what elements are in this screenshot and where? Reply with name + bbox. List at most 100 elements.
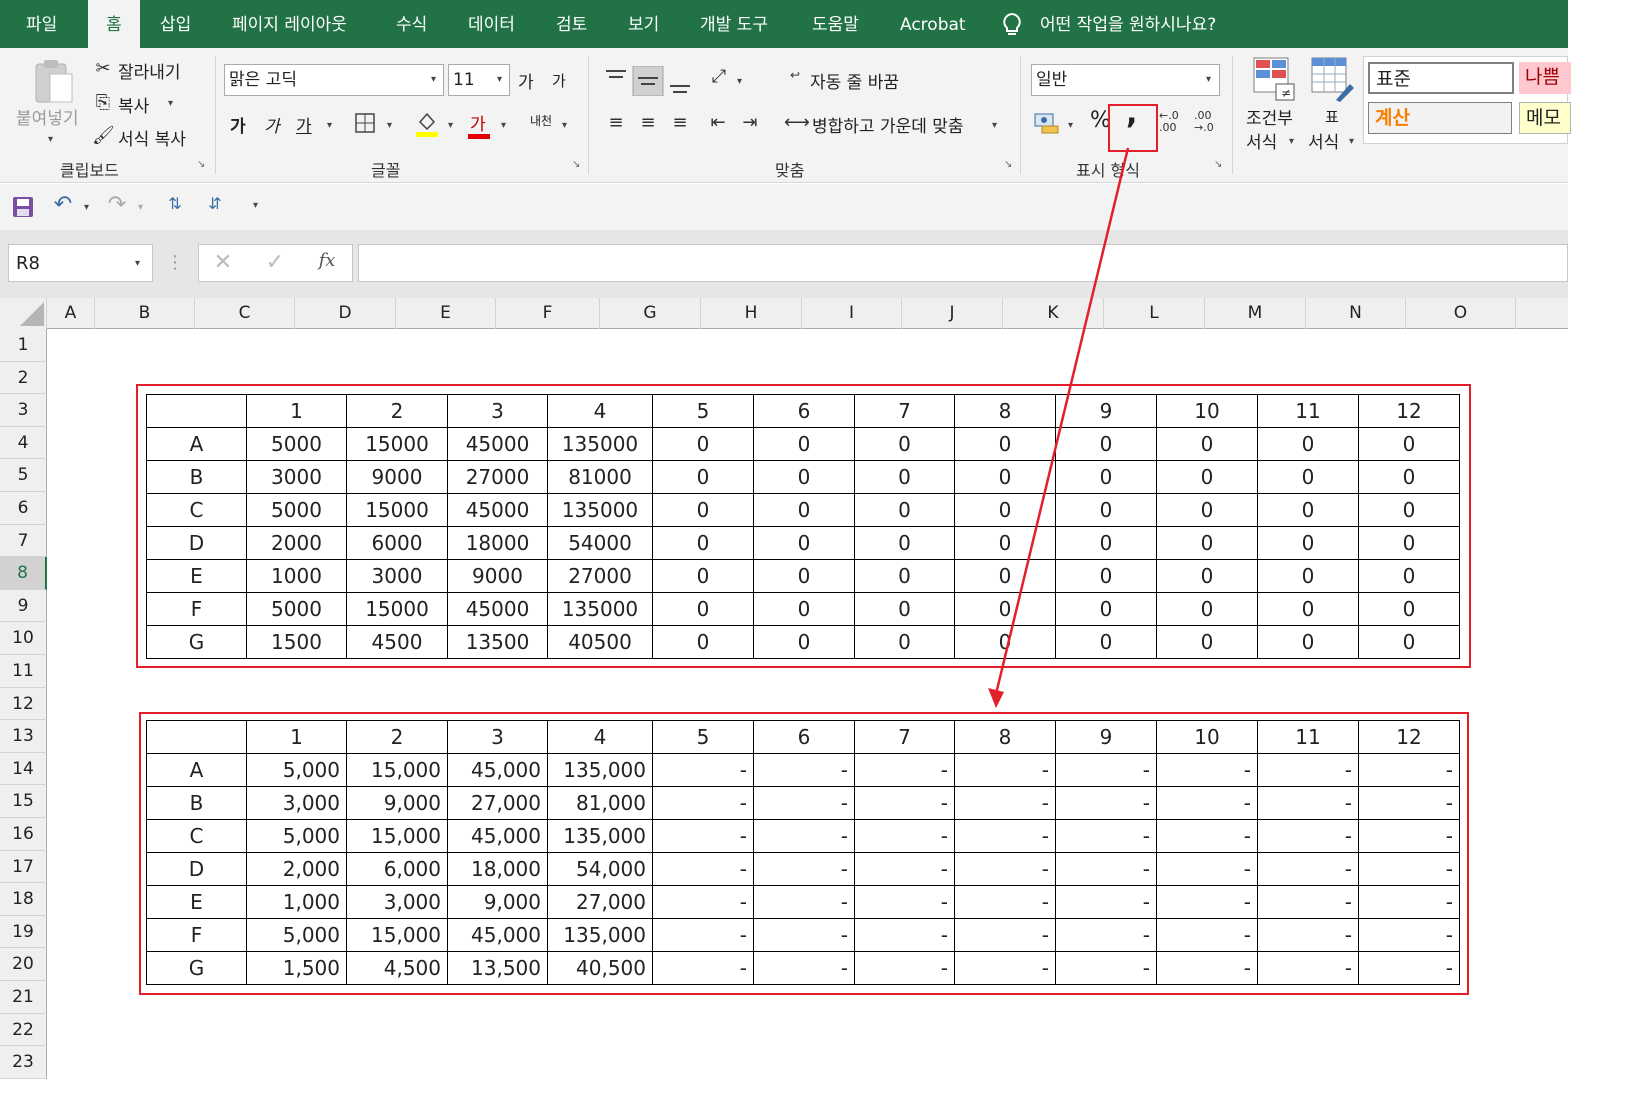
table-cell[interactable]: 0 <box>1156 559 1258 593</box>
row-header-20[interactable]: 20 <box>0 948 47 981</box>
table-cell[interactable]: 0 <box>1257 625 1359 659</box>
table-header-cell[interactable]: 10 <box>1156 394 1258 428</box>
table-cell[interactable]: 18,000 <box>447 852 548 886</box>
table-cell[interactable]: - <box>854 951 955 985</box>
row-header-6[interactable]: 6 <box>0 492 47 525</box>
table-cell[interactable]: - <box>652 753 754 787</box>
table-header-cell[interactable]: 3 <box>447 394 548 428</box>
table-cell[interactable]: 5,000 <box>246 819 347 853</box>
table-cell[interactable]: 0 <box>1358 526 1460 560</box>
align-left-icon[interactable]: ≡ <box>604 112 628 133</box>
chevron-down-icon[interactable]: ▾ <box>135 258 140 269</box>
table-cell[interactable]: - <box>1358 951 1460 985</box>
table-cell[interactable]: - <box>1055 951 1157 985</box>
row-label-cell[interactable]: F <box>146 918 247 952</box>
row-header-18[interactable]: 18 <box>0 883 47 916</box>
table-header-cell[interactable]: 6 <box>753 720 855 754</box>
conditional-formatting-label-line2[interactable]: 서식 <box>1246 128 1277 153</box>
table-header-cell[interactable] <box>146 720 247 754</box>
style-note[interactable]: 메모 <box>1519 102 1571 134</box>
formula-input[interactable] <box>358 244 1568 282</box>
table-cell[interactable]: - <box>652 786 754 820</box>
tab-developer[interactable]: 개발 도구 <box>700 0 768 48</box>
table-cell[interactable]: 45000 <box>447 427 548 461</box>
table-cell[interactable]: - <box>753 786 855 820</box>
table-cell[interactable]: - <box>1358 852 1460 886</box>
italic-button[interactable]: 가 <box>264 112 280 137</box>
format-painter-button[interactable]: 서식 복사 <box>118 125 186 150</box>
redo-icon[interactable]: ↷ <box>104 192 130 217</box>
align-center-icon[interactable]: ≡ <box>636 112 660 133</box>
row-label-cell[interactable]: G <box>146 625 247 659</box>
row-label-cell[interactable]: E <box>146 559 247 593</box>
table-cell[interactable]: 0 <box>854 427 955 461</box>
scissors-icon[interactable]: ✂ <box>92 58 114 79</box>
row-label-cell[interactable]: B <box>146 786 247 820</box>
column-header-a[interactable]: A <box>47 298 95 329</box>
wrap-text-icon[interactable]: ↩ <box>784 68 806 82</box>
table-cell[interactable]: 0 <box>954 427 1056 461</box>
table-cell[interactable]: - <box>652 885 754 919</box>
table-cell[interactable]: 0 <box>1156 427 1258 461</box>
format-painter-icon[interactable]: 🖌 <box>92 125 115 146</box>
table-cell[interactable]: 0 <box>854 625 955 659</box>
cancel-icon[interactable]: ✕ <box>208 250 238 275</box>
table-cell[interactable]: - <box>753 951 855 985</box>
table-header-cell[interactable]: 8 <box>954 720 1056 754</box>
conditional-formatting-icon[interactable]: ≠ <box>1252 56 1296 102</box>
name-box[interactable]: R8 <box>8 244 153 282</box>
table-header-cell[interactable]: 11 <box>1257 720 1359 754</box>
accounting-format-icon[interactable] <box>1034 110 1060 134</box>
font-name-dropdown[interactable]: 맑은 고딕 <box>224 64 444 96</box>
table-header-cell[interactable]: 2 <box>346 394 448 428</box>
tab-data[interactable]: 데이터 <box>468 0 515 48</box>
table-cell[interactable]: - <box>1156 885 1258 919</box>
table-cell[interactable]: - <box>1156 918 1258 952</box>
phonetic-guide-button[interactable]: 내천 <box>530 112 552 129</box>
chevron-down-icon[interactable]: ▾ <box>84 202 89 213</box>
sort-descending-icon[interactable]: ⇵ <box>202 194 228 213</box>
table-cell[interactable]: 0 <box>954 460 1056 494</box>
table-header-cell[interactable]: 7 <box>854 720 955 754</box>
table-cell[interactable]: - <box>652 918 754 952</box>
column-header-n[interactable]: N <box>1306 298 1406 329</box>
enter-check-icon[interactable]: ✓ <box>260 250 290 275</box>
table-cell[interactable]: 0 <box>1156 493 1258 527</box>
column-header-g[interactable]: G <box>600 298 701 329</box>
table-cell[interactable]: 0 <box>854 592 955 626</box>
table-cell[interactable]: 2000 <box>246 526 347 560</box>
table-cell[interactable]: 15,000 <box>346 753 448 787</box>
row-label-cell[interactable]: E <box>146 885 247 919</box>
row-header-9[interactable]: 9 <box>0 589 47 623</box>
row-header-17[interactable]: 17 <box>0 850 47 884</box>
table-cell[interactable]: - <box>854 885 955 919</box>
table-cell[interactable]: 0 <box>753 460 855 494</box>
table-cell[interactable]: 0 <box>652 592 754 626</box>
row-header-4[interactable]: 4 <box>0 426 47 460</box>
table-cell[interactable]: 5000 <box>246 493 347 527</box>
table-cell[interactable]: 135000 <box>547 592 653 626</box>
table-cell[interactable]: - <box>854 918 955 952</box>
fill-color-icon[interactable] <box>414 110 440 138</box>
chevron-down-icon[interactable]: ▾ <box>497 74 502 85</box>
decrease-indent-icon[interactable]: ⇤ <box>706 112 730 133</box>
table-cell[interactable]: 9000 <box>346 460 448 494</box>
table-cell[interactable]: - <box>1257 852 1359 886</box>
table-cell[interactable]: 0 <box>1358 427 1460 461</box>
column-header-k[interactable]: K <box>1003 298 1104 329</box>
chevron-down-icon[interactable]: ▾ <box>1206 74 1211 85</box>
chevron-down-icon[interactable]: ▾ <box>431 74 436 85</box>
tab-file[interactable]: 파일 <box>26 0 57 48</box>
table-cell[interactable]: 0 <box>753 526 855 560</box>
table-header-cell[interactable]: 4 <box>547 720 653 754</box>
table-cell[interactable]: 0 <box>1156 625 1258 659</box>
column-header-m[interactable]: M <box>1205 298 1306 329</box>
row-header-7[interactable]: 7 <box>0 524 47 558</box>
align-right-icon[interactable]: ≡ <box>668 112 692 133</box>
row-header-8[interactable]: 8 <box>0 557 47 590</box>
table-cell[interactable]: - <box>1257 786 1359 820</box>
column-header-j[interactable]: J <box>902 298 1003 329</box>
wrap-text-button[interactable]: 자동 줄 바꿈 <box>810 68 899 93</box>
table-cell[interactable]: 15000 <box>346 493 448 527</box>
row-header-12[interactable]: 12 <box>0 687 47 721</box>
